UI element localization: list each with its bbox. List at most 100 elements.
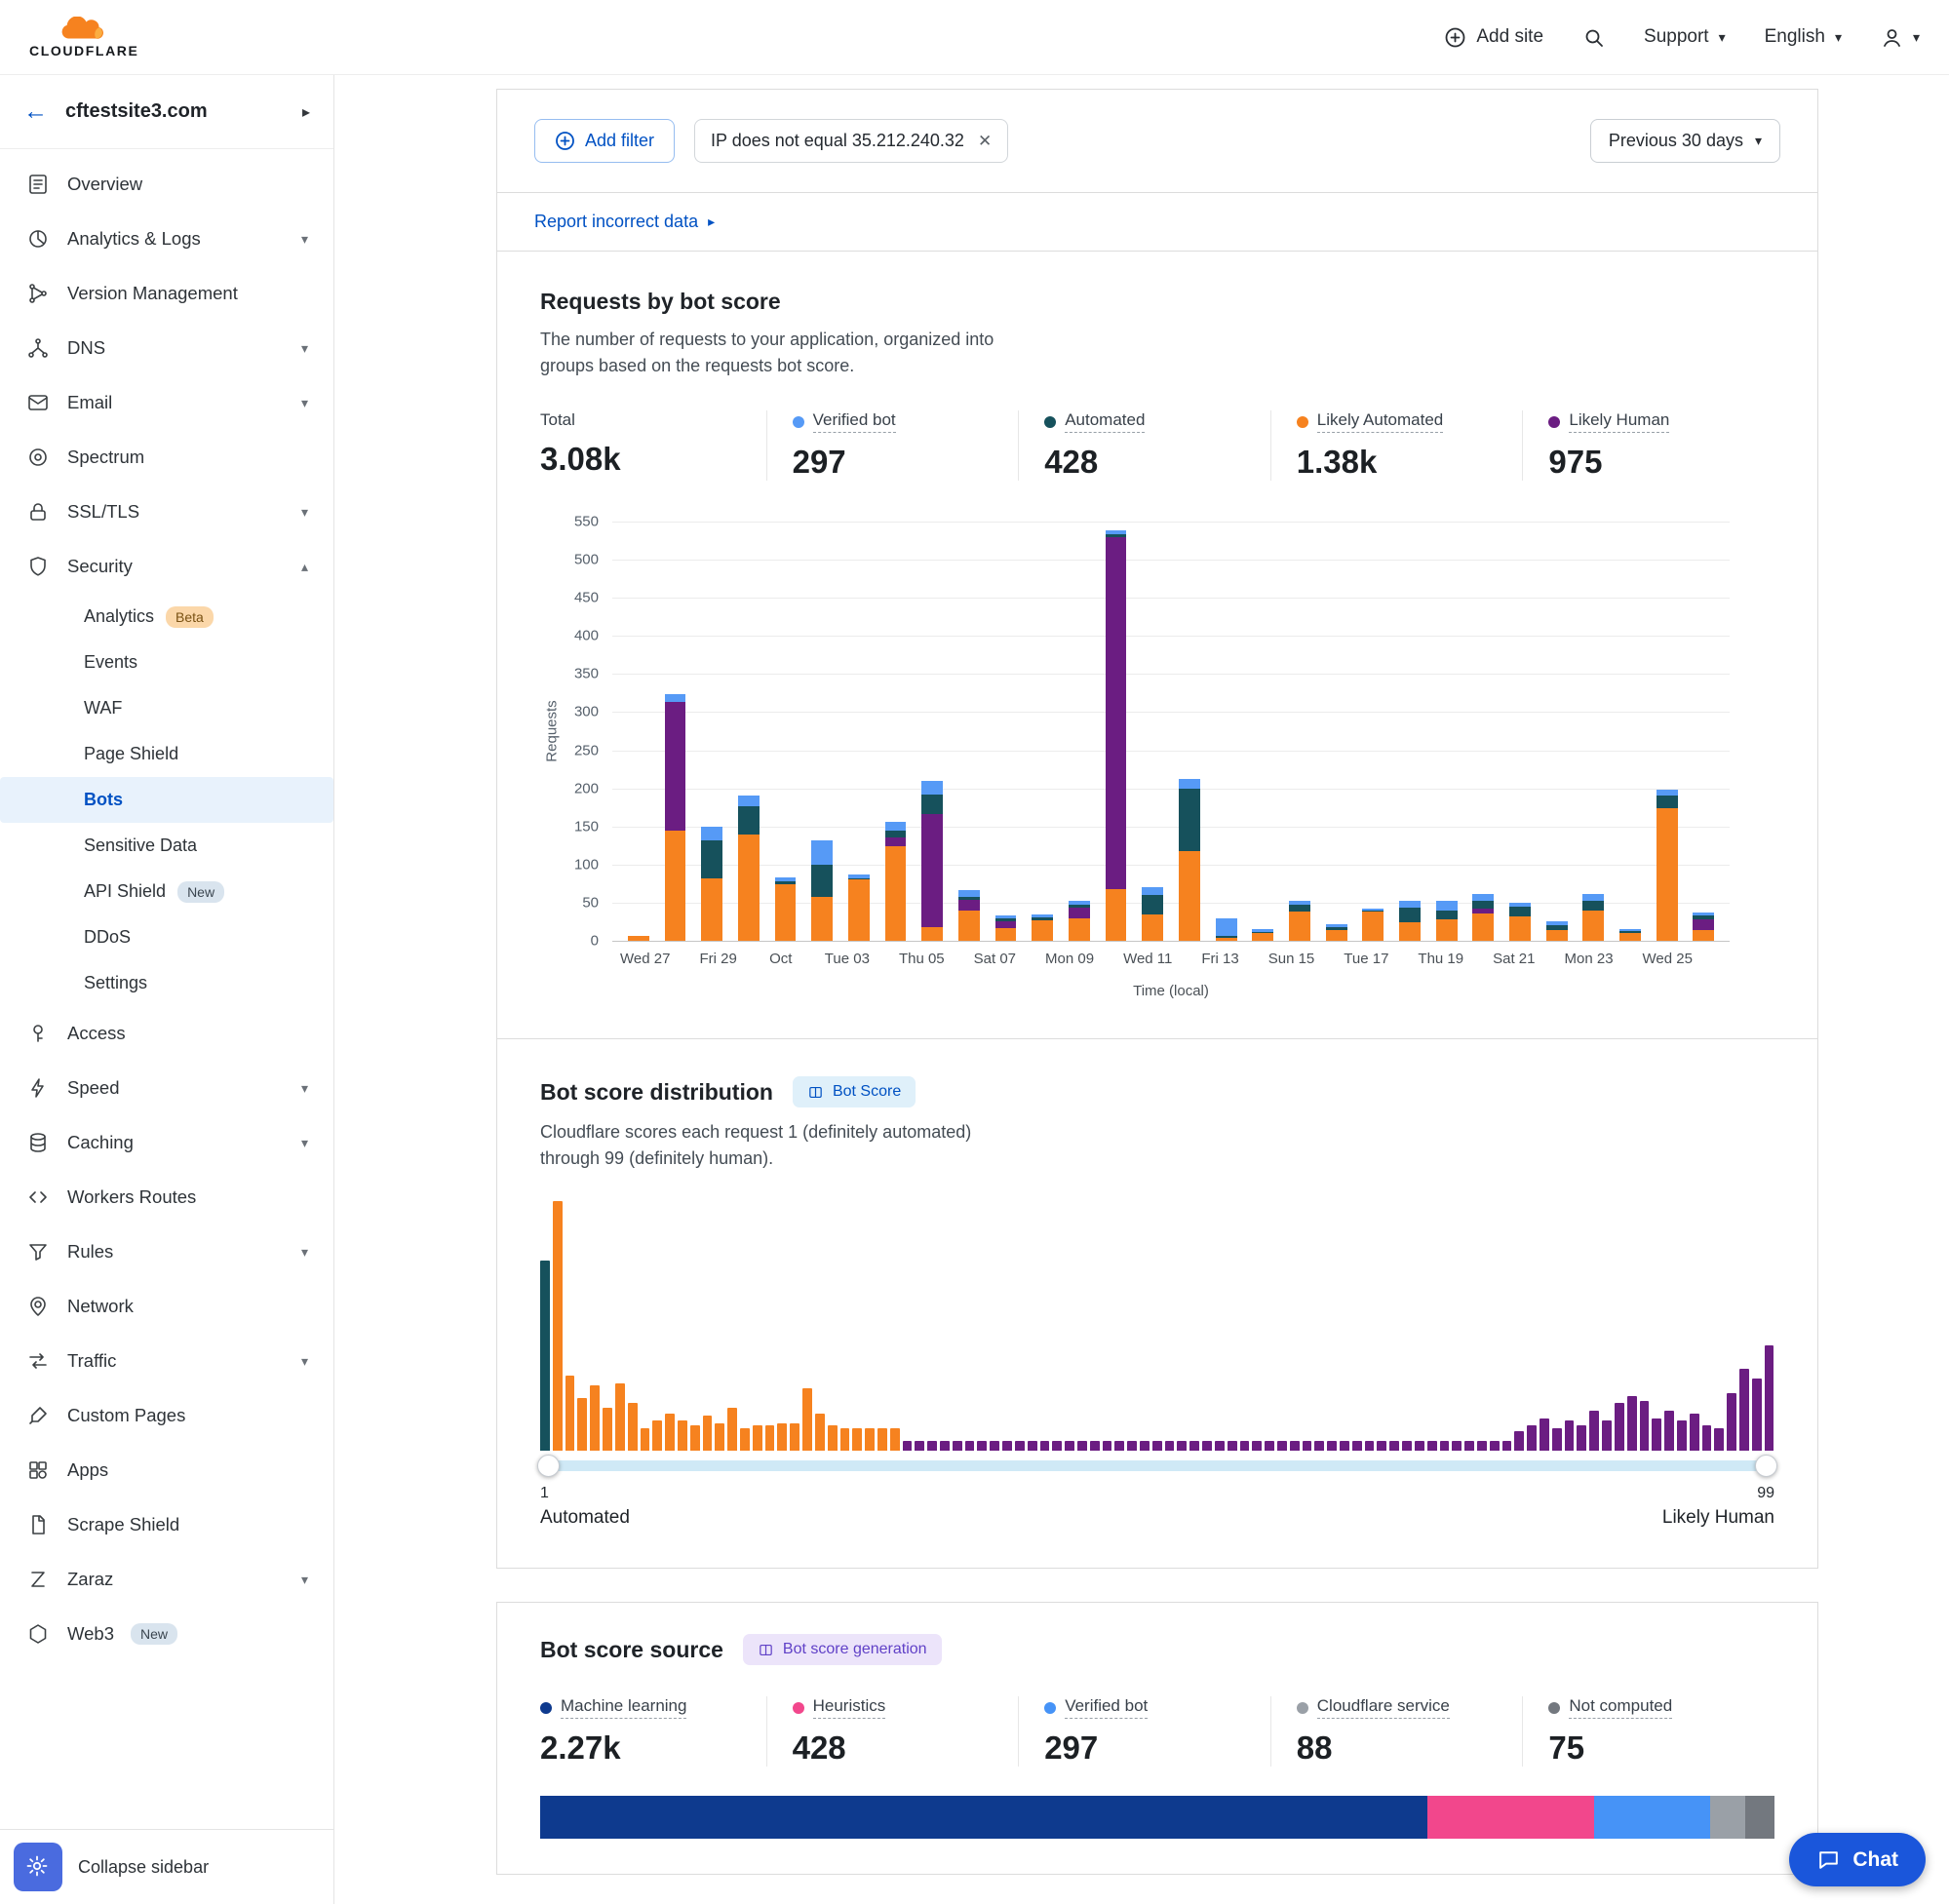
stat-total: Total3.08k [540, 410, 766, 481]
histogram-bar [1252, 1441, 1262, 1451]
cloudflare-logo[interactable]: CLOUDFLARE [29, 17, 138, 58]
sidebar-item-security[interactable]: Security▴ [0, 539, 333, 594]
bar-segment-likely-automated [1179, 851, 1200, 941]
sidebar-item-access[interactable]: Access [0, 1006, 333, 1061]
sidebar-item-web3[interactable]: Web3New [0, 1607, 333, 1661]
sidebar-subitem-waf[interactable]: WAF [0, 685, 333, 731]
sidebar-item-email[interactable]: Email▾ [0, 375, 333, 430]
sidebar-item-spectrum[interactable]: Spectrum [0, 430, 333, 485]
sidebar-item-workers-routes[interactable]: Workers Routes [0, 1170, 333, 1224]
email-icon [25, 390, 51, 415]
sidebar-subitem-page-shield[interactable]: Page Shield [0, 731, 333, 777]
chat-button[interactable]: Chat [1789, 1833, 1926, 1886]
sidebar-item-version-management[interactable]: Version Management [0, 266, 333, 321]
sidebar-item-analytics-logs[interactable]: Analytics & Logs▾ [0, 212, 333, 266]
bar-segment-automated [1289, 905, 1310, 912]
histogram-bar [1065, 1441, 1074, 1451]
bar-segment-likely-automated [848, 879, 870, 941]
sidebar-subitem-ddos[interactable]: DDoS [0, 914, 333, 960]
time-range-dropdown[interactable]: Previous 30 days ▾ [1590, 119, 1780, 163]
sidebar-item-overview[interactable]: Overview [0, 157, 333, 212]
sidebar-item-custom-pages[interactable]: Custom Pages [0, 1388, 333, 1443]
speed-icon [25, 1075, 51, 1101]
report-incorrect-data-link[interactable]: Report incorrect data [534, 212, 698, 232]
bar-segment-verified-bot [958, 890, 980, 897]
quick-settings-gear-button[interactable] [14, 1843, 62, 1891]
legend-dot [793, 1702, 804, 1714]
histogram-bar [940, 1441, 950, 1451]
search-button[interactable] [1582, 26, 1605, 49]
sidebar-item-traffic[interactable]: Traffic▾ [0, 1334, 333, 1388]
bot-score-generation-badge[interactable]: Bot score generation [743, 1634, 942, 1665]
plus-circle-icon [555, 131, 575, 151]
sidebar-subitem-api-shield[interactable]: API ShieldNew [0, 869, 333, 914]
stat-label: Verified bot [813, 410, 896, 433]
sidebar-item-apps[interactable]: Apps [0, 1443, 333, 1497]
score-range-slider[interactable] [540, 1455, 1774, 1476]
chevron-right-icon[interactable]: ▸ [302, 102, 310, 122]
sidebar-item-network[interactable]: Network [0, 1279, 333, 1334]
sidebar-item-rules[interactable]: Rules▾ [0, 1224, 333, 1279]
x-tick-label [1172, 951, 1201, 967]
bar-segment-verified-bot [1142, 887, 1163, 895]
histogram-bar [1127, 1441, 1137, 1451]
x-tick-label [737, 951, 766, 967]
slider-handle-min[interactable] [537, 1455, 560, 1477]
histogram-bar [1327, 1441, 1337, 1451]
histogram-bar [690, 1425, 700, 1451]
source-distribution-bar [540, 1796, 1774, 1839]
histogram-bar [1352, 1441, 1362, 1451]
add-site-button[interactable]: Add site [1444, 26, 1543, 49]
sidebar-item-caching[interactable]: Caching▾ [0, 1115, 333, 1170]
x-tick-label: Thu 19 [1418, 951, 1463, 967]
bar-segment-verified-bot [665, 694, 686, 702]
histogram-bar [852, 1428, 862, 1451]
sidebar-subitem-sensitive-data[interactable]: Sensitive Data [0, 823, 333, 869]
distribution-histogram [540, 1201, 1774, 1451]
chevron-down-icon: ▾ [301, 1244, 308, 1261]
slider-handle-max[interactable] [1755, 1455, 1777, 1477]
bar-segment-likely-automated [1436, 919, 1458, 941]
sidebar-nav: OverviewAnalytics & Logs▾Version Managem… [0, 149, 333, 1829]
histogram-bar [1090, 1441, 1100, 1451]
bar-segment-likely-human [1069, 908, 1090, 917]
histogram-bar [1589, 1411, 1599, 1451]
histogram-bar [1415, 1441, 1424, 1451]
bot-score-distribution-card: Bot score distribution Bot Score Cloudfl… [497, 1038, 1817, 1568]
bot-score-badge[interactable]: Bot Score [793, 1076, 916, 1107]
sidebar-item-scrape-shield[interactable]: Scrape Shield [0, 1497, 333, 1552]
language-menu[interactable]: English ▾ [1765, 26, 1842, 48]
chart-bar [1281, 522, 1318, 941]
add-filter-button[interactable]: Add filter [534, 119, 675, 163]
overview-icon [25, 172, 51, 197]
support-menu[interactable]: Support ▾ [1644, 26, 1726, 48]
sidebar-subitem-analytics[interactable]: AnalyticsBeta [0, 594, 333, 640]
x-tick-label [870, 951, 899, 967]
back-arrow-icon[interactable]: ← [23, 97, 48, 126]
collapse-sidebar-label[interactable]: Collapse sidebar [78, 1857, 209, 1878]
histogram-bar [903, 1441, 913, 1451]
histogram-bar [1189, 1441, 1199, 1451]
sidebar-item-dns[interactable]: DNS▾ [0, 321, 333, 375]
bar-segment-likely-automated [811, 897, 833, 941]
sidebar-subitem-settings[interactable]: Settings [0, 960, 333, 1006]
sidebar-item-zaraz[interactable]: Zaraz▾ [0, 1552, 333, 1607]
bar-segment-automated [1142, 895, 1163, 914]
histogram-bar [890, 1428, 900, 1451]
bar-segment-likely-automated [628, 936, 649, 941]
x-tick-label: Thu 05 [899, 951, 945, 967]
histogram-bar [1677, 1420, 1687, 1451]
sidebar-subitem-events[interactable]: Events [0, 640, 333, 685]
sidebar-item-ssl-tls[interactable]: SSL/TLS▾ [0, 485, 333, 539]
histogram-bar [1664, 1411, 1674, 1451]
bar-segment-likely-automated [995, 928, 1017, 941]
filter-chip[interactable]: IP does not equal 35.212.240.32 ✕ [694, 119, 1008, 163]
sidebar-item-speed[interactable]: Speed▾ [0, 1061, 333, 1115]
chart-bar [803, 522, 840, 941]
chevron-right-icon: ▸ [708, 214, 715, 230]
remove-filter-icon[interactable]: ✕ [978, 132, 992, 151]
bar-segment-likely-human [921, 814, 943, 927]
sidebar-subitem-bots[interactable]: Bots [0, 777, 333, 823]
histogram-bar [1640, 1401, 1650, 1451]
account-menu[interactable]: ▾ [1881, 26, 1920, 49]
